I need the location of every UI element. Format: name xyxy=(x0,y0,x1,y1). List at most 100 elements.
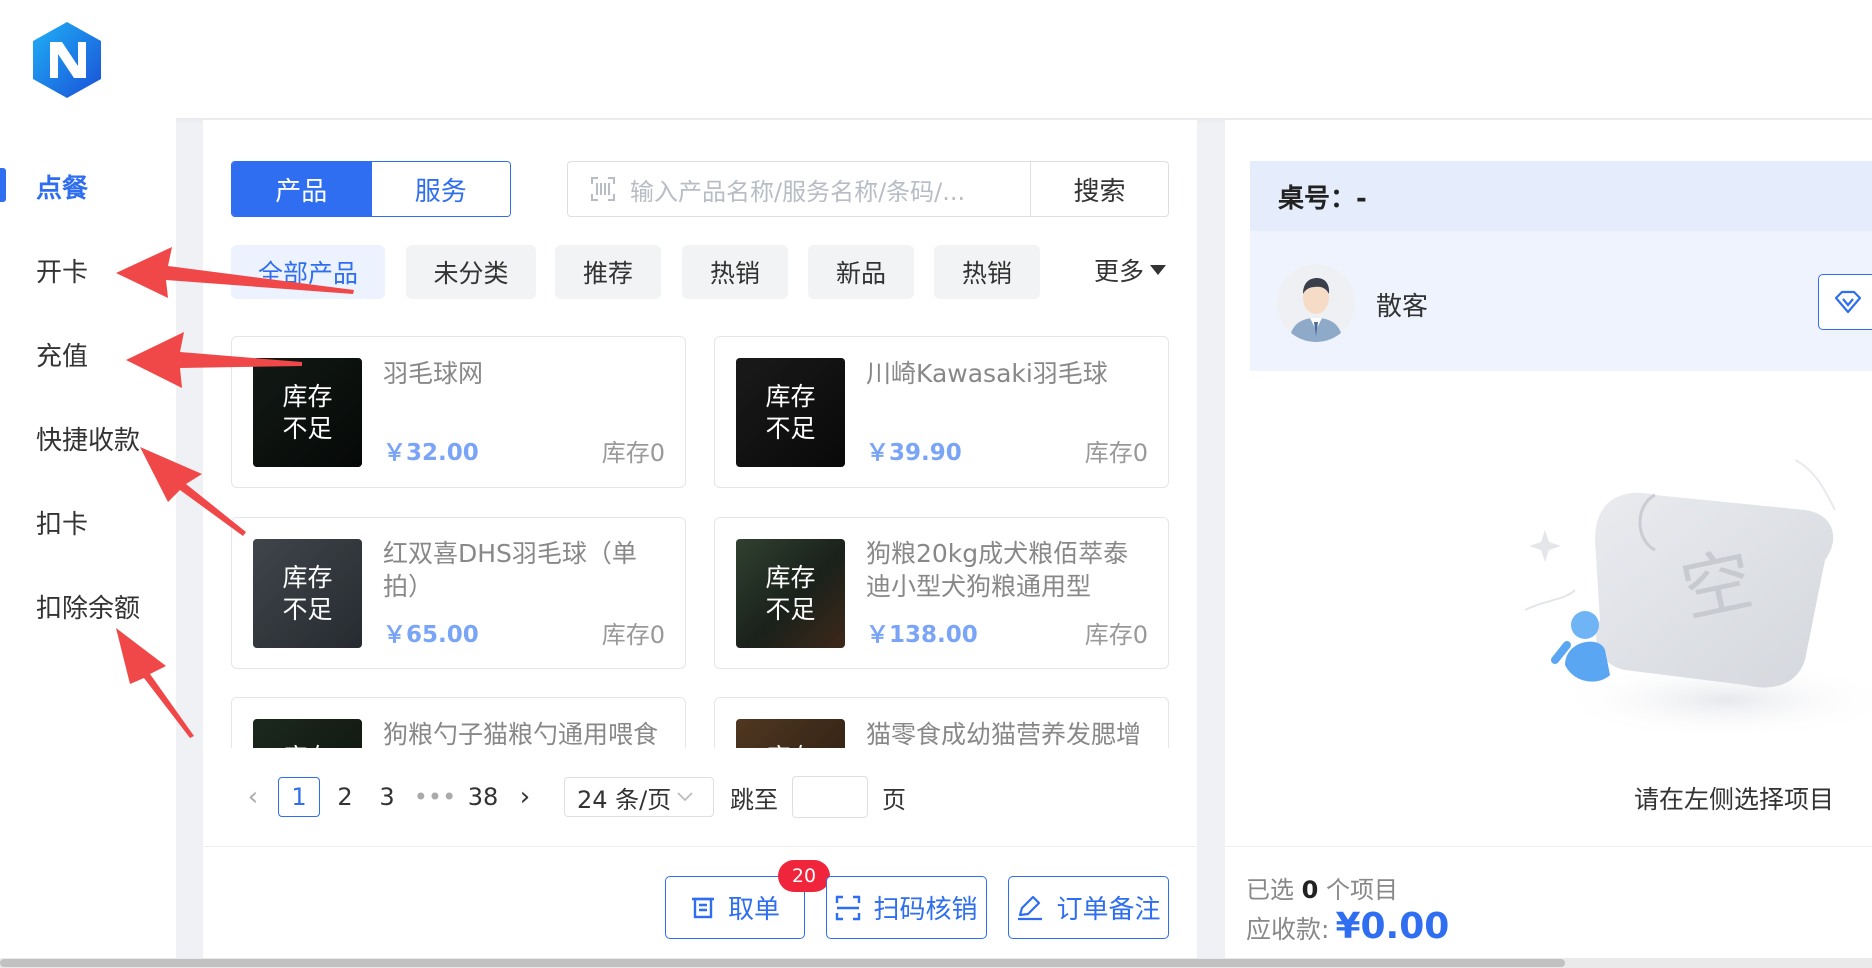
take-order-label: 取单 xyxy=(727,895,780,925)
sidebar-item-recharge[interactable]: 充值 xyxy=(36,336,88,373)
search-bar: 输入产品名称/服务名称/条码/... 搜索 xyxy=(567,161,1169,217)
product-price: ￥65.00 xyxy=(383,622,479,648)
sidebar-item-order[interactable]: 点餐 xyxy=(36,168,88,205)
more-categories-button[interactable]: 更多 xyxy=(1094,252,1167,288)
page-1[interactable]: 1 xyxy=(278,777,320,817)
brand-logo[interactable] xyxy=(30,20,104,100)
page-ellipsis[interactable]: ••• xyxy=(412,777,458,817)
product-price: ￥138.00 xyxy=(866,622,978,648)
scan-icon xyxy=(836,895,861,920)
divider xyxy=(1225,846,1872,847)
page-suffix: 页 xyxy=(882,785,906,814)
empty-state-illustration: 空 xyxy=(1505,450,1872,750)
empty-state-text: 请在左侧选择项目 xyxy=(1634,785,1835,814)
product-price: ￥39.90 xyxy=(866,440,962,466)
page-2[interactable]: 2 xyxy=(328,777,362,817)
product-stock: 库存0 xyxy=(601,439,665,467)
tab-products[interactable]: 产品 xyxy=(232,162,371,216)
scrollbar-thumb[interactable] xyxy=(0,959,1565,967)
scan-icon[interactable] xyxy=(590,176,616,202)
page-3[interactable]: 3 xyxy=(370,777,404,817)
search-placeholder: 输入产品名称/服务名称/条码/... xyxy=(630,177,966,206)
scan-verify-label: 扫码核销 xyxy=(873,895,978,925)
selected-number: 0 xyxy=(1301,876,1319,904)
amount-due: 应收款: ¥0.00 xyxy=(1246,906,1449,947)
out-of-stock-overlay: 库存不足 xyxy=(736,539,845,648)
caret-down-icon xyxy=(1150,265,1167,275)
order-note-label: 订单备注 xyxy=(1056,895,1161,925)
avatar[interactable] xyxy=(1277,264,1355,342)
product-type-tabs: 产品 服务 xyxy=(231,161,511,217)
out-of-stock-overlay: 库存不足 xyxy=(736,358,845,467)
product-thumbnail: 库存不足 xyxy=(253,539,362,648)
product-card[interactable]: 库存不足 红双喜DHS羽毛球（单拍） ￥65.00 库存0 xyxy=(231,517,686,669)
product-card[interactable]: 库存不足 羽毛球网 ￥32.00 库存0 xyxy=(231,336,686,488)
sidebar-item-deduct-balance[interactable]: 扣除余额 xyxy=(36,588,140,625)
sidebar-item-open-card[interactable]: 开卡 xyxy=(36,252,88,289)
product-name: 狗粮勺子猫粮勺通用喂食 xyxy=(383,720,659,748)
diamond-icon xyxy=(1834,290,1862,314)
scan-verify-button[interactable]: 扫码核销 xyxy=(826,876,987,939)
out-of-stock-overlay: 库存不足 xyxy=(253,539,362,648)
order-note-button[interactable]: 订单备注 xyxy=(1008,876,1169,939)
product-name: 羽毛球网 xyxy=(383,359,484,388)
product-name: 红双喜DHS羽毛球（单拍） xyxy=(383,539,637,601)
pagination: ‹ 1 2 3 ••• 38 › 24 条/页 跳至 页 xyxy=(236,776,906,818)
sidebar-item-deduct-card[interactable]: 扣卡 xyxy=(36,504,88,541)
category-uncategorized[interactable]: 未分类 xyxy=(406,245,536,299)
product-thumbnail: 库存不足 xyxy=(736,539,845,648)
customer-avatar-icon xyxy=(1277,264,1355,342)
product-stock: 库存0 xyxy=(1084,439,1148,467)
product-stock: 库存0 xyxy=(601,621,665,649)
product-name: 川崎Kawasaki羽毛球 xyxy=(866,359,1108,388)
receipt-icon xyxy=(691,897,714,918)
product-name: 狗粮20kg成犬粮佰萃泰迪小型犬狗粮通用型 xyxy=(866,539,1129,601)
divider xyxy=(203,846,1197,847)
selected-prefix: 已选 xyxy=(1246,876,1294,904)
product-stock: 库存0 xyxy=(1084,621,1148,649)
horizontal-scrollbar[interactable] xyxy=(0,958,1872,968)
more-label: 更多 xyxy=(1094,257,1145,286)
selected-suffix: 个项目 xyxy=(1325,876,1398,904)
active-indicator xyxy=(0,168,6,202)
product-thumbnail: 库存不足 xyxy=(253,358,362,467)
due-label: 应收款: xyxy=(1246,915,1330,944)
product-card[interactable]: 库存不足 猫零食成幼猫营养发腮增 xyxy=(714,697,1169,748)
due-amount: ¥0.00 xyxy=(1335,906,1450,947)
category-new[interactable]: 新品 xyxy=(808,245,914,299)
pending-orders-badge: 20 xyxy=(778,860,830,892)
category-hot-2[interactable]: 热销 xyxy=(934,245,1040,299)
product-card[interactable]: 库存不足 狗粮勺子猫粮勺通用喂食 xyxy=(231,697,686,748)
out-of-stock-overlay: 库存不足 xyxy=(253,358,362,467)
prev-page-button[interactable]: ‹ xyxy=(236,777,270,817)
category-all[interactable]: 全部产品 xyxy=(231,245,385,299)
product-price: ￥32.00 xyxy=(383,440,479,466)
customer-name: 散客 xyxy=(1376,292,1429,322)
product-card[interactable]: 库存不足 狗粮20kg成犬粮佰萃泰迪小型犬狗粮通用型 ￥138.00 库存0 xyxy=(714,517,1169,669)
table-number: 桌号：- xyxy=(1250,161,1872,231)
product-thumbnail: 库存不足 xyxy=(736,719,845,748)
page-size-select[interactable]: 24 条/页 xyxy=(564,777,714,817)
product-card[interactable]: 库存不足 川崎Kawasaki羽毛球 ￥39.90 库存0 xyxy=(714,336,1169,488)
product-name: 猫零食成幼猫营养发腮增 xyxy=(866,720,1142,748)
jump-label: 跳至 xyxy=(730,785,778,814)
tab-services[interactable]: 服务 xyxy=(370,162,510,216)
page-38[interactable]: 38 xyxy=(466,777,500,817)
category-hot[interactable]: 热销 xyxy=(682,245,788,299)
search-input[interactable]: 输入产品名称/服务名称/条码/... xyxy=(568,162,1030,216)
jump-page-input[interactable] xyxy=(792,776,868,818)
edit-icon xyxy=(1018,895,1043,920)
product-grid: 库存不足 羽毛球网 ￥32.00 库存0 库存不足 川崎Kawasaki羽毛球 … xyxy=(231,336,1171,748)
out-of-stock-overlay: 库存不足 xyxy=(736,719,845,748)
top-header xyxy=(0,0,1872,118)
next-page-button[interactable]: › xyxy=(508,777,542,817)
selected-count: 已选 0 个项目 xyxy=(1246,870,1398,905)
product-thumbnail: 库存不足 xyxy=(736,358,845,467)
search-button[interactable]: 搜索 xyxy=(1030,162,1168,216)
page-size-value: 24 条/页 xyxy=(577,785,672,814)
member-button[interactable] xyxy=(1818,274,1872,330)
product-thumbnail: 库存不足 xyxy=(253,719,362,748)
category-recommended[interactable]: 推荐 xyxy=(555,245,661,299)
sidebar: 点餐 开卡 充值 快捷收款 扣卡 扣除余额 xyxy=(0,118,176,968)
sidebar-item-quick-pay[interactable]: 快捷收款 xyxy=(36,420,140,457)
